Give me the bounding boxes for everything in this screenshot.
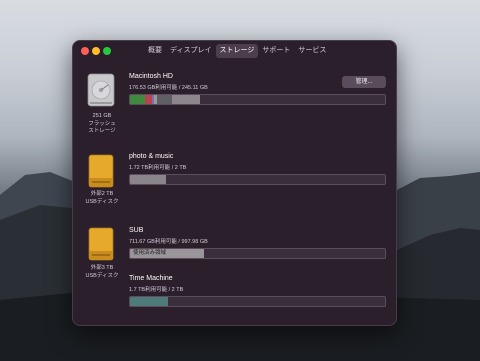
volume-name: photo & music (129, 153, 174, 160)
volume-capacity: 1.72 TB利用可能 / 2 TB (129, 165, 187, 171)
volume-name: SUB (129, 227, 144, 234)
external-drive-1-label: 外部2 TB USBディスク (73, 191, 131, 206)
external-drive-icon (88, 227, 114, 261)
drive-type-text: USBディスク (85, 198, 119, 205)
usage-segment (130, 297, 169, 306)
system-info-window: 概要 ディスプレイ ストレージ サポート サービス 251 GB フラッシュ ス… (72, 40, 397, 326)
drive-kind-text: ストレージ (88, 128, 116, 134)
usage-segment (130, 175, 166, 184)
internal-drive-label: 251 GB フラッシュ ストレージ (73, 113, 131, 136)
storage-usage-bar (129, 174, 386, 185)
usage-segment (130, 95, 146, 104)
external-drive-2-label: 外部3 TB USBディスク (73, 265, 131, 280)
storage-usage-bar (129, 94, 386, 105)
title-bar: 概要 ディスプレイ ストレージ サポート サービス (73, 41, 396, 61)
tab-support[interactable]: サポート (258, 44, 294, 58)
volume-name: Macintosh HD (129, 73, 173, 80)
minimize-button[interactable] (92, 47, 100, 55)
internal-drive-icon (87, 73, 115, 107)
manage-button[interactable]: 管理... (342, 76, 386, 88)
tab-bar: 概要 ディスプレイ ストレージ サポート サービス (144, 44, 330, 58)
drive-size-text: 外部2 TB (90, 191, 114, 197)
tab-service[interactable]: サービス (294, 44, 330, 58)
zoom-button[interactable] (103, 47, 111, 55)
usage-segment (172, 95, 201, 104)
usage-segment (156, 95, 173, 104)
volume-capacity: 176.53 GB利用可能 / 245.11 GB (129, 85, 208, 91)
drive-type-text: フラッシュ (88, 120, 116, 127)
volume-capacity: 1.7 TB利用可能 / 2 TB (129, 287, 184, 293)
tab-storage[interactable]: ストレージ (215, 44, 259, 58)
tab-overview[interactable]: 概要 (144, 44, 166, 58)
external-drive-icon (88, 154, 114, 188)
drive-size-text: 外部3 TB (90, 265, 114, 271)
tab-displays[interactable]: ディスプレイ (166, 44, 216, 58)
used-space-label: 使用済み領域 (133, 250, 167, 256)
close-button[interactable] (81, 47, 89, 55)
volume-name: Time Machine (129, 275, 173, 282)
bar-overlay: 使用済み領域 (129, 248, 386, 259)
volume-capacity: 711.67 GB利用可能 / 997.98 GB (129, 239, 208, 245)
storage-usage-bar (129, 296, 386, 307)
drive-type-text: USBディスク (85, 272, 119, 279)
drive-size-text: 251 GB (92, 113, 112, 119)
